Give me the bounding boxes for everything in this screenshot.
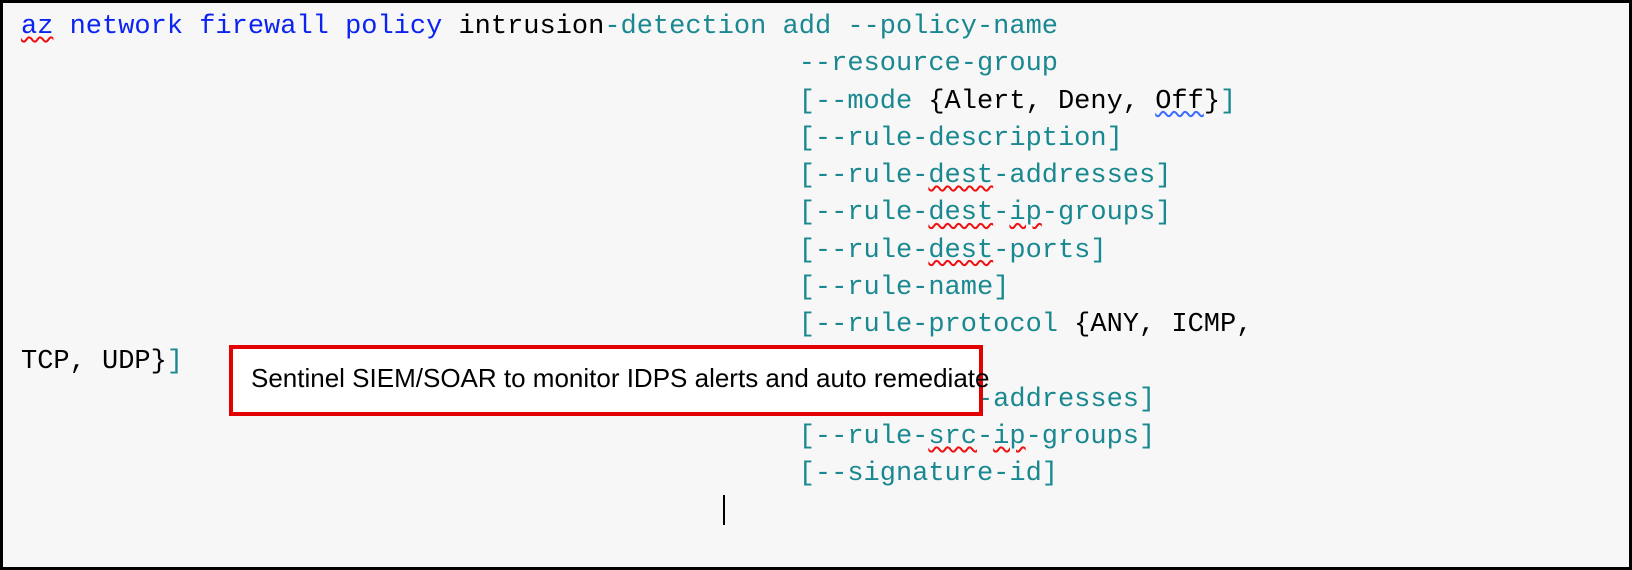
bracket-close: ] (1220, 87, 1236, 117)
opt-rule-src-ip-groups-a: [--rule- (799, 422, 929, 452)
opt-rule-protocol-close: ] (167, 347, 183, 377)
opt-resource-group: --resource-group (799, 49, 1058, 79)
indent (21, 310, 799, 340)
opt-rule-src-addresses-c: -addresses] (977, 385, 1155, 415)
mode-values-b: } (1204, 87, 1220, 117)
indent (21, 161, 799, 191)
opt-signature-id: [--signature-id] (799, 459, 1058, 489)
cmd-intrusion: intrusion (458, 12, 604, 42)
opt-rule-dest-addresses-a: [--rule- (799, 161, 929, 191)
opt-rule-protocol-flag: --rule-protocol (815, 310, 1058, 340)
cmd-firewall: firewall (199, 12, 329, 42)
text-cursor (723, 495, 725, 525)
opt-rule-dest-ip-groups-b: dest (928, 198, 993, 228)
indent (21, 459, 799, 489)
cmd-network: network (70, 12, 183, 42)
opt-rule-dest-addresses-c: -addresses] (993, 161, 1171, 191)
opt-rule-dest-ip-groups-d: ip (1009, 198, 1041, 228)
indent (21, 49, 799, 79)
indent (21, 198, 799, 228)
opt-rule-protocol-vals-b: TCP, UDP} (21, 347, 167, 377)
opt-rule-src-ip-groups-d: ip (993, 422, 1025, 452)
indent (21, 273, 799, 303)
opt-policy-name: --policy-name (847, 12, 1058, 42)
mode-off: Off (1155, 87, 1204, 117)
code-frame: az network firewall policy intrusion-det… (0, 0, 1632, 570)
cmd-detection: detection (621, 12, 767, 42)
opt-rule-dest-ip-groups-e: -groups] (1042, 198, 1172, 228)
bracket-open: [ (799, 87, 815, 117)
cmd-dash: - (604, 12, 620, 42)
cmd-policy: policy (345, 12, 442, 42)
opt-rule-protocol-vals-a: {ANY, ICMP, (1058, 310, 1252, 340)
opt-rule-dest-ports-c: -ports] (993, 236, 1106, 266)
opt-rule-description: [--rule-description] (799, 124, 1123, 154)
opt-rule-dest-ports-a: [--rule- (799, 236, 929, 266)
code-block[interactable]: az network firewall policy intrusion-det… (21, 9, 1611, 493)
callout-text: Sentinel SIEM/SOAR to monitor IDPS alert… (251, 363, 989, 393)
mode-values-a: {Alert, Deny, (912, 87, 1155, 117)
indent (21, 124, 799, 154)
opt-rule-dest-ports-b: dest (928, 236, 993, 266)
indent (21, 422, 799, 452)
opt-mode: --mode (815, 87, 912, 117)
opt-rule-src-ip-groups-b: src (928, 422, 977, 452)
cmd-az: az (21, 12, 53, 42)
annotation-callout: Sentinel SIEM/SOAR to monitor IDPS alert… (229, 345, 983, 416)
indent (21, 236, 799, 266)
opt-rule-dest-ip-groups-c: - (993, 198, 1009, 228)
opt-rule-dest-ip-groups-a: [--rule- (799, 198, 929, 228)
cmd-add: add (783, 12, 832, 42)
opt-rule-dest-addresses-b: dest (928, 161, 993, 191)
opt-rule-protocol-open: [ (799, 310, 815, 340)
opt-rule-name: [--rule-name] (799, 273, 1010, 303)
indent (21, 87, 799, 117)
opt-rule-src-ip-groups-c: - (977, 422, 993, 452)
opt-rule-src-ip-groups-e: -groups] (1026, 422, 1156, 452)
